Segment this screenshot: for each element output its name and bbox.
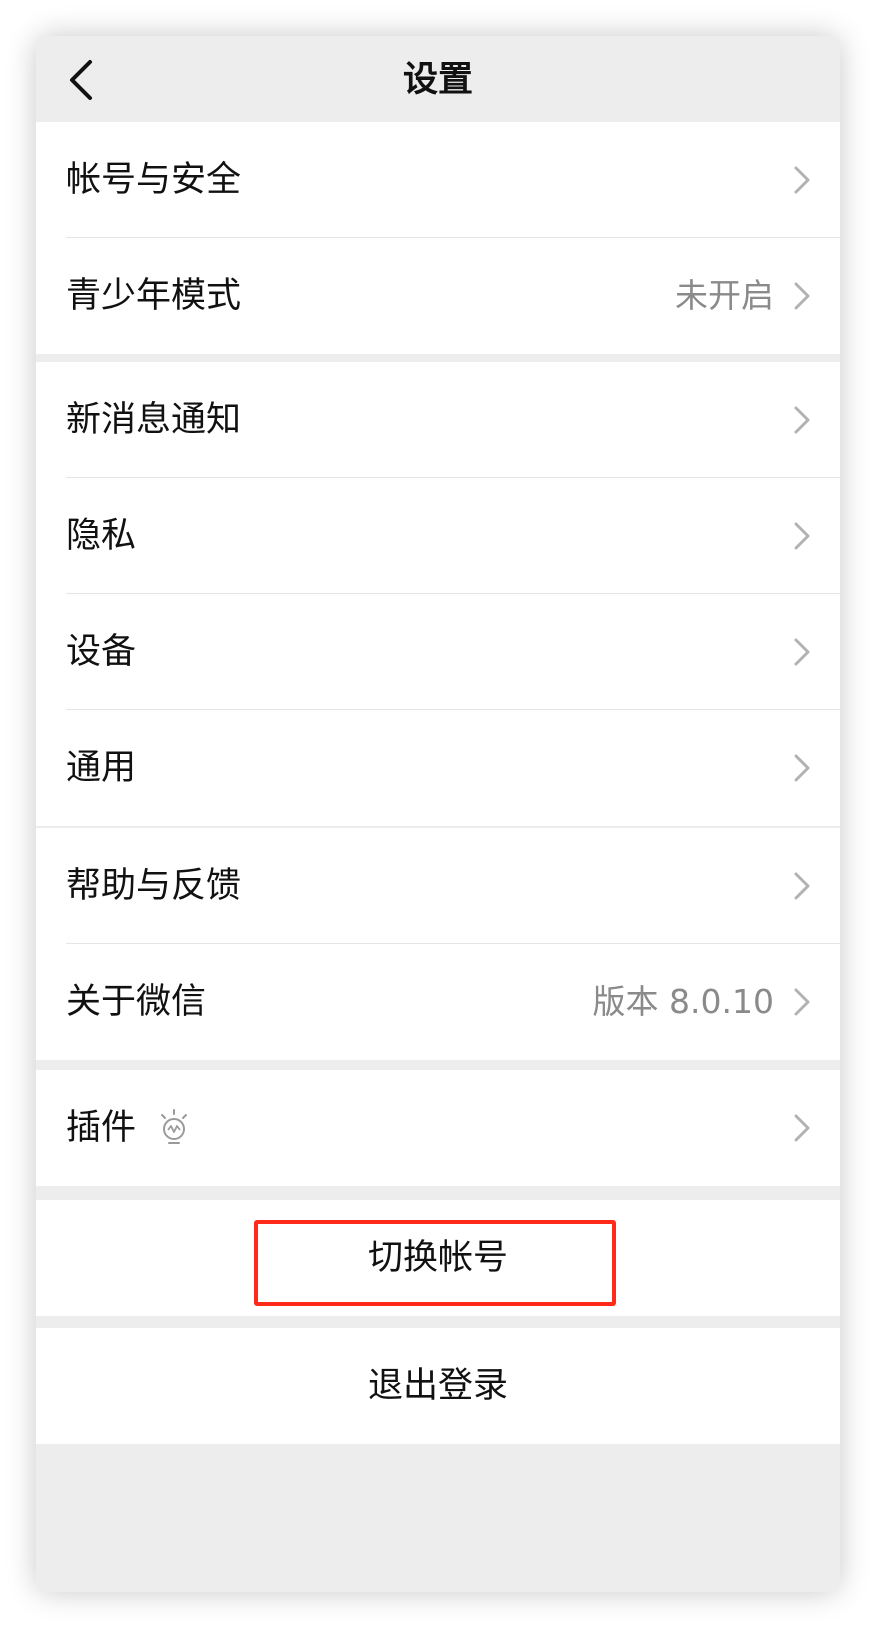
switch-account-label: 切换帐号 [367, 1238, 508, 1278]
switch-account-button[interactable]: 切换帐号 [36, 1200, 840, 1316]
settings-item-label: 帐号与安全 [66, 160, 242, 200]
lightbulb-icon [161, 1109, 187, 1144]
settings-item-general[interactable]: 通用 [36, 710, 840, 826]
chevron-left-icon[interactable] [62, 58, 102, 102]
settings-item-label: 通用 [66, 748, 137, 788]
settings-group-account: 帐号与安全 青少年模式 未开启 [36, 122, 840, 354]
settings-item-youth-mode[interactable]: 青少年模式 未开启 [36, 238, 840, 354]
settings-item-value: 未开启 [675, 276, 774, 315]
switch-account-section: 切换帐号 [36, 1200, 840, 1316]
chevron-right-icon [794, 166, 810, 194]
settings-group-plugins: 插件 [36, 1070, 840, 1186]
settings-item-account-security[interactable]: 帐号与安全 [36, 122, 840, 238]
settings-item-privacy[interactable]: 隐私 [36, 478, 840, 594]
settings-item-value: 版本 8.0.10 [592, 982, 774, 1021]
chevron-right-icon [794, 522, 810, 550]
settings-item-label: 新消息通知 [66, 400, 242, 440]
settings-group-general: 新消息通知 隐私 设备 通用 [36, 362, 840, 826]
settings-item-label: 帮助与反馈 [66, 866, 242, 906]
settings-item-label: 关于微信 [66, 982, 207, 1022]
logout-button[interactable]: 退出登录 [36, 1328, 840, 1444]
logout-section: 退出登录 [36, 1328, 840, 1444]
chevron-right-icon [794, 638, 810, 666]
settings-item-label: 隐私 [66, 516, 137, 556]
settings-item-label: 插件 [66, 1108, 137, 1148]
settings-screen: 设置 帐号与安全 青少年模式 未开启 新消息通知 隐私 设备 通用 帮助与反馈 … [36, 36, 840, 1592]
settings-item-about[interactable]: 关于微信 版本 8.0.10 [36, 944, 840, 1060]
settings-item-label: 设备 [66, 632, 137, 672]
chevron-right-icon [794, 988, 810, 1016]
chevron-right-icon [794, 282, 810, 310]
chevron-right-icon [794, 754, 810, 782]
nav-bar: 设置 [36, 36, 840, 124]
page-title: 设置 [402, 60, 473, 100]
settings-item-help-feedback[interactable]: 帮助与反馈 [36, 828, 840, 944]
settings-item-notifications[interactable]: 新消息通知 [36, 362, 840, 478]
chevron-right-icon [794, 872, 810, 900]
chevron-right-icon [794, 406, 810, 434]
settings-item-plugins[interactable]: 插件 [36, 1070, 840, 1186]
settings-group-help: 帮助与反馈 关于微信 版本 8.0.10 [36, 828, 840, 1060]
logout-label: 退出登录 [367, 1366, 508, 1406]
settings-item-devices[interactable]: 设备 [36, 594, 840, 710]
chevron-right-icon [794, 1114, 810, 1142]
settings-item-label: 青少年模式 [66, 276, 242, 316]
